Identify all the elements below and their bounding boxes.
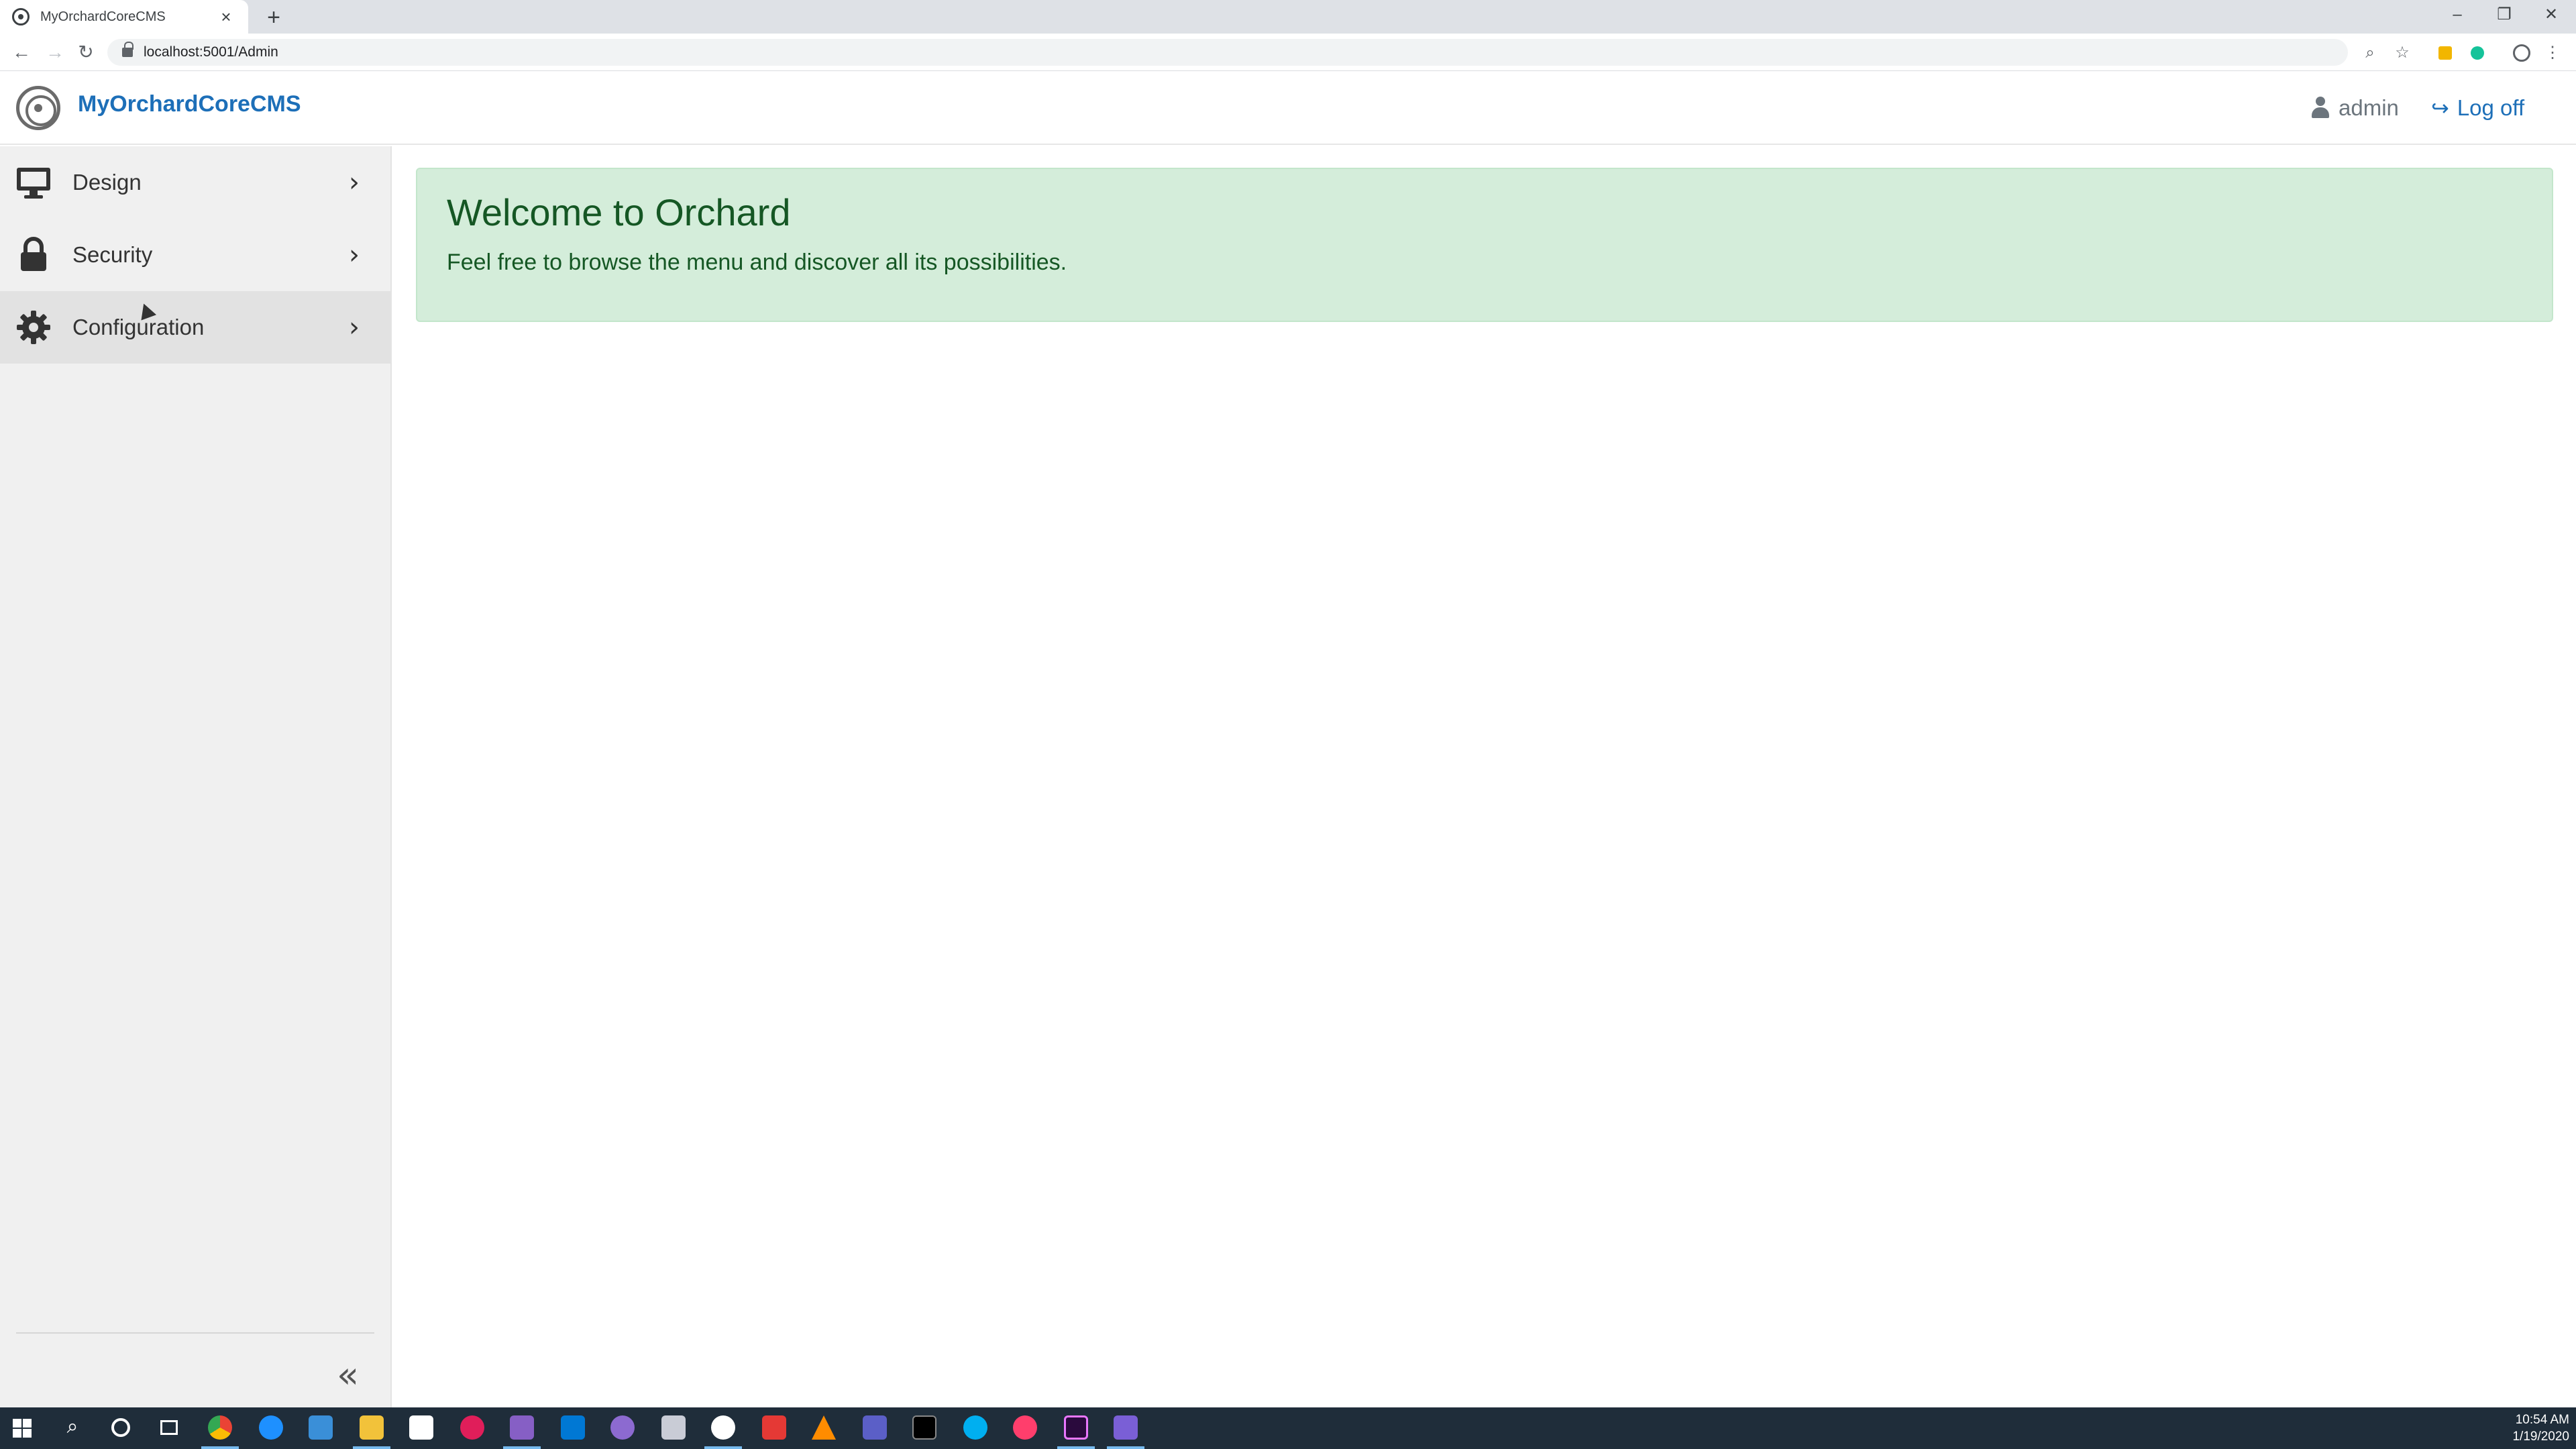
chevron-right-icon: › [349,239,360,270]
admin-sidebar: Design › Security › Configuration › « [0,146,392,1407]
gear-icon [17,311,50,344]
clock-time: 10:54 AM [2515,1413,2569,1427]
restore-icon[interactable]: ❐ [2481,0,2528,30]
snipping-tool-icon[interactable] [661,1415,686,1440]
cortana-icon[interactable] [109,1415,133,1440]
user-icon [2310,97,2330,119]
user-name: admin [2339,95,2399,120]
lock-icon [122,42,133,57]
logoff-link[interactable]: ↪ Log off [2431,95,2524,121]
clock-app-icon[interactable] [711,1415,735,1440]
chevron-right-icon: › [349,167,360,198]
premiere-active-indicator [1057,1446,1095,1449]
store-icon[interactable] [309,1415,333,1440]
sidebar-divider [16,1332,374,1334]
sign-out-icon: ↪ [2431,96,2449,120]
media-player-icon[interactable] [1013,1415,1037,1440]
windows-taskbar: ⌕ 10:54 AM 1/19/2020 [0,1407,2576,1449]
orchard-favicon-icon [12,8,30,25]
extension-icon[interactable] [2435,43,2455,63]
admin-header: MyOrchardCoreCMS admin ↪ Log off [0,71,2576,145]
vs-active-indicator [503,1446,541,1449]
orchard-logo-icon[interactable] [16,86,60,130]
url-text: localhost:5001/Admin [144,44,278,60]
sidebar-item-label: Security [72,242,153,267]
profile-avatar-icon[interactable] [2512,43,2532,63]
grammarly-icon[interactable] [2467,43,2487,63]
teams-icon[interactable] [863,1415,887,1440]
browser-menu-icon[interactable]: ⋮ [2542,43,2563,63]
browser-tab-bar: MyOrchardCoreCMS × + – ❐ ✕ [0,0,2576,34]
explorer-active-indicator [353,1446,390,1449]
sidebar-item-configuration[interactable]: Configuration › [0,291,390,364]
visual-studio-icon[interactable] [510,1415,534,1440]
welcome-title: Welcome to Orchard [447,191,791,233]
mail-icon[interactable] [409,1415,433,1440]
sidebar-item-label: Configuration [72,315,205,339]
system-clock[interactable]: 10:54 AM 1/19/2020 [2482,1411,2569,1445]
new-tab-button[interactable]: + [260,4,287,31]
zoom-icon[interactable]: ⌕ [2360,43,2380,63]
vlc-icon[interactable] [812,1415,836,1440]
address-bar[interactable]: localhost:5001/Admin [107,39,2348,66]
red-app-icon[interactable] [762,1415,786,1440]
slack-icon[interactable] [460,1415,484,1440]
logoff-label: Log off [2457,95,2525,120]
brand-link[interactable]: MyOrchardCoreCMS [78,91,301,117]
browser-toolbar: ← → ↻ localhost:5001/Admin ⌕ ☆ ⋮ [0,34,2576,71]
sidebar-item-label: Design [72,170,142,195]
clock-date: 1/19/2020 [2512,1430,2569,1444]
bookmark-star-icon[interactable]: ☆ [2392,43,2412,63]
file-explorer-icon[interactable] [360,1415,384,1440]
chrome-icon[interactable] [208,1415,232,1440]
welcome-alert: Welcome to Orchard Feel free to browse t… [416,168,2553,322]
monitor-icon [17,168,50,199]
sidebar-item-security[interactable]: Security › [0,219,390,291]
premiere-icon[interactable] [1064,1415,1088,1440]
lock-icon [21,237,46,271]
windows-start-icon[interactable] [12,1418,32,1438]
tab-title: MyOrchardCoreCMS [40,9,166,24]
minimize-icon[interactable]: – [2434,0,2481,30]
reload-icon[interactable]: ↻ [72,39,99,66]
sidebar-item-design[interactable]: Design › [0,146,390,219]
user-menu[interactable]: admin [2310,95,2399,121]
edge-icon[interactable] [259,1415,283,1440]
welcome-text: Feel free to browse the menu and discove… [447,249,1067,275]
terminal-icon[interactable] [912,1415,936,1440]
forward-icon[interactable]: → [42,39,68,66]
chrome-active-indicator [201,1446,239,1449]
tab-close-icon[interactable]: × [216,7,236,28]
recorder-icon[interactable] [1114,1415,1138,1440]
github-desktop-icon[interactable] [610,1415,635,1440]
back-icon[interactable]: ← [8,39,35,66]
browser-tab[interactable]: MyOrchardCoreCMS × [0,0,248,34]
window-close-icon[interactable]: ✕ [2528,0,2575,30]
search-icon[interactable]: ⌕ [60,1415,85,1440]
task-view-icon[interactable] [157,1415,181,1440]
vscode-icon[interactable] [561,1415,585,1440]
skype-icon[interactable] [963,1415,987,1440]
recorder-active-indicator [1107,1446,1144,1449]
collapse-sidebar-icon[interactable]: « [337,1354,359,1396]
clock-active-indicator [704,1446,742,1449]
chevron-right-icon: › [349,312,360,343]
